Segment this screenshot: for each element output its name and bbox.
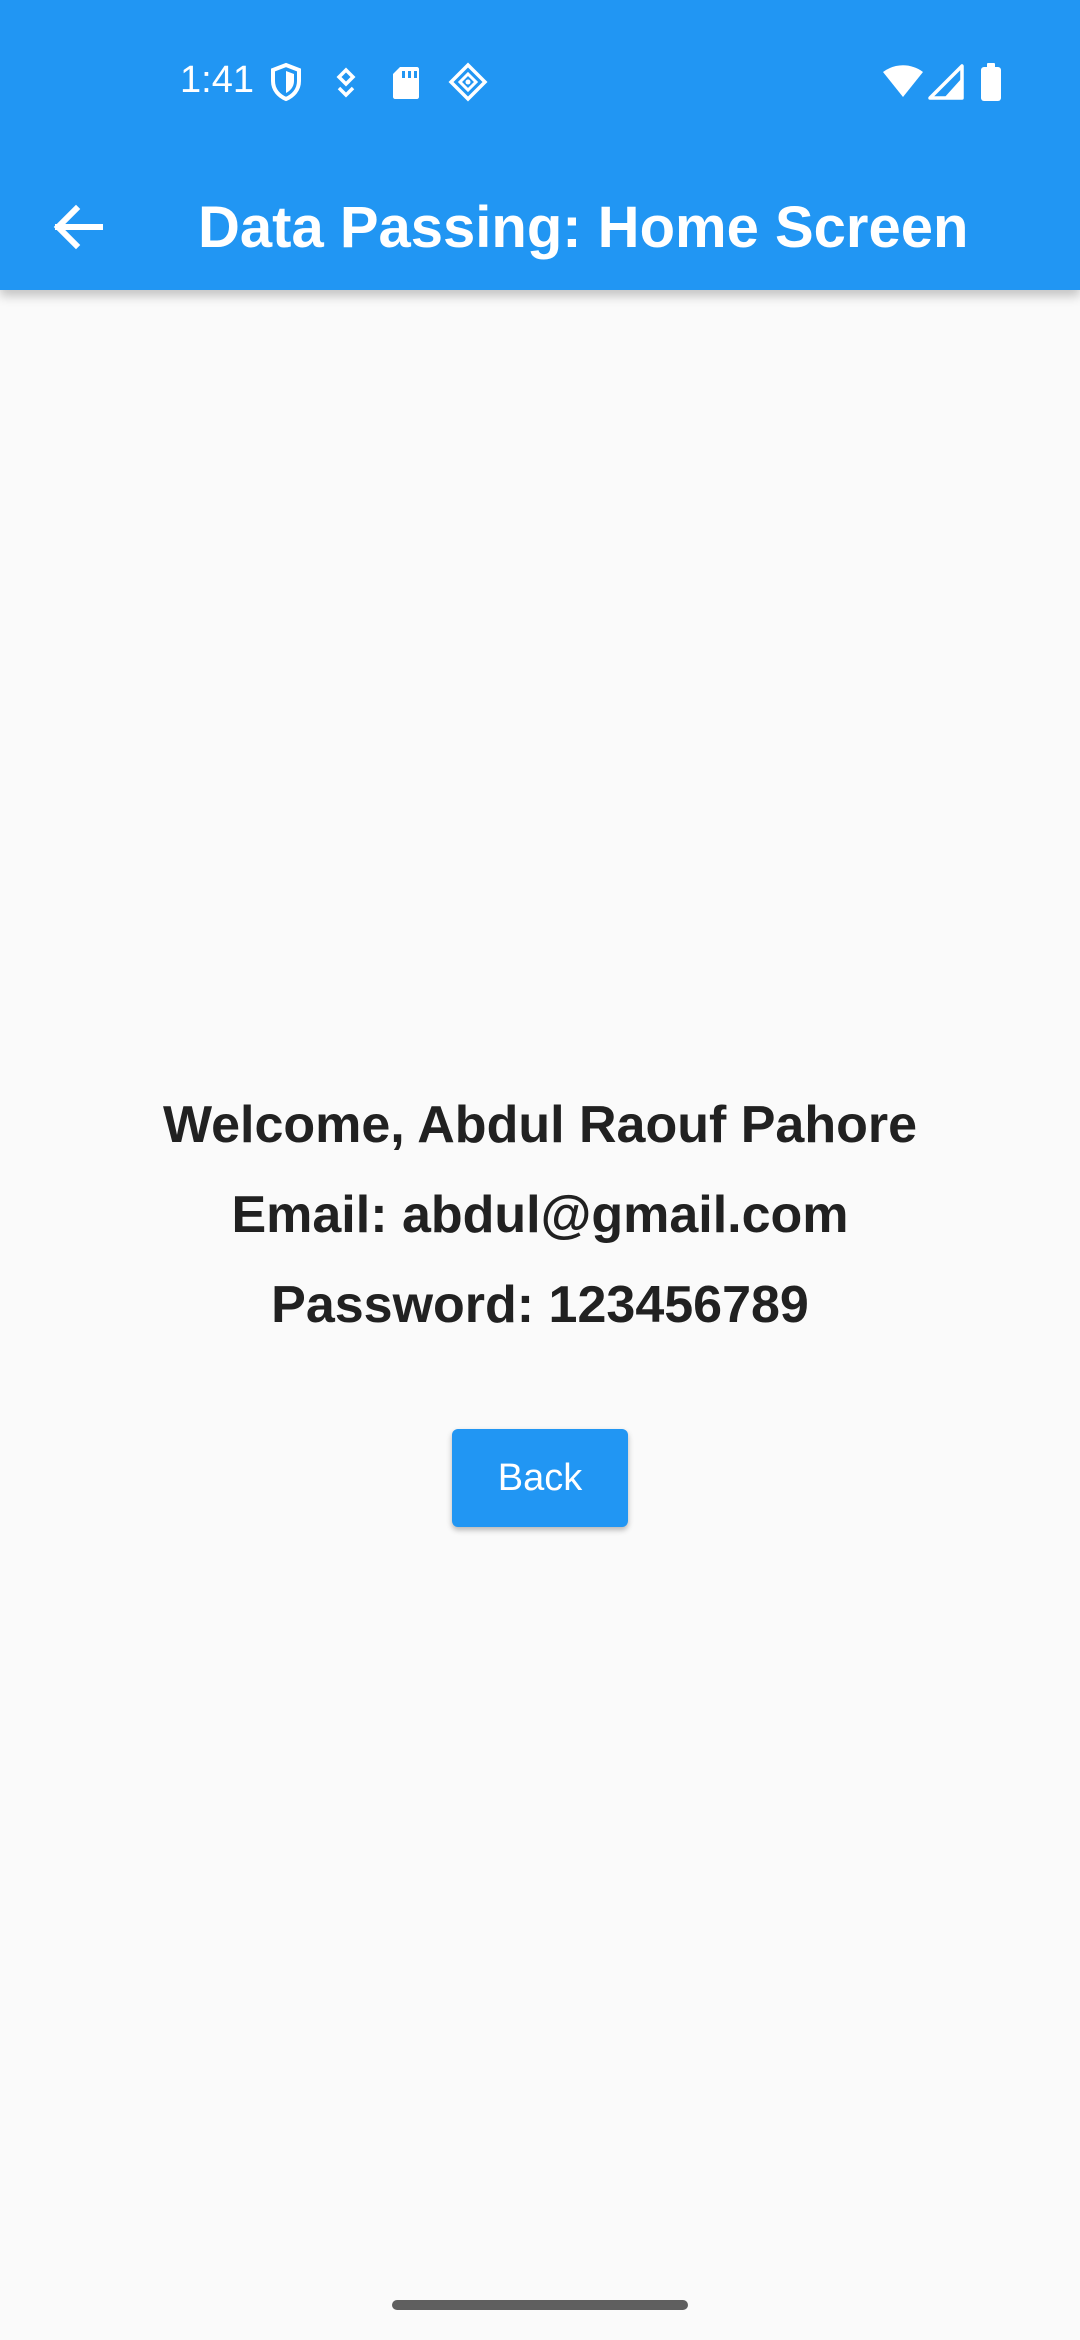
status-time: 1:41 bbox=[180, 59, 254, 101]
back-button[interactable]: Back bbox=[452, 1429, 628, 1527]
app-bar: 1:41 Data Passing: Home Screen bbox=[0, 0, 1080, 290]
cellular-signal-icon bbox=[926, 60, 966, 104]
location-pin-icon bbox=[326, 60, 366, 104]
user-info: Welcome, Abdul Raouf Pahore Email: abdul… bbox=[0, 1080, 1080, 1350]
status-bar: 1:41 bbox=[0, 0, 1080, 165]
home-indicator[interactable] bbox=[392, 2300, 688, 2310]
page-title: Data Passing: Home Screen bbox=[198, 195, 969, 260]
battery-icon bbox=[974, 60, 1008, 104]
shield-icon bbox=[266, 60, 306, 104]
diamond-grid-icon bbox=[448, 60, 488, 104]
screen: 1:41 Data Passing: Home Screen Welcome, … bbox=[0, 0, 1080, 2340]
password-text: Password: 123456789 bbox=[271, 1276, 809, 1334]
toolbar: Data Passing: Home Screen bbox=[0, 165, 1080, 290]
email-text: Email: abdul@gmail.com bbox=[231, 1186, 849, 1244]
welcome-text: Welcome, Abdul Raouf Pahore bbox=[162, 1096, 918, 1154]
sd-card-icon bbox=[386, 60, 426, 104]
wifi-icon bbox=[880, 60, 926, 104]
arrow-back-icon[interactable] bbox=[36, 185, 120, 269]
